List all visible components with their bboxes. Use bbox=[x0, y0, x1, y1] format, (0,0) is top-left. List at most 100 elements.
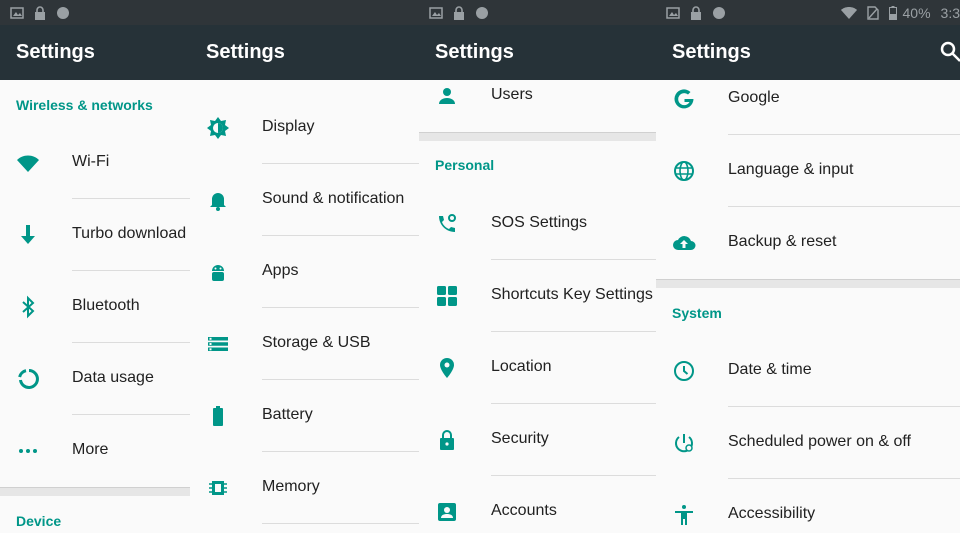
app-notification-icon bbox=[475, 6, 489, 20]
settings-item-sound[interactable]: Sound & notification bbox=[190, 164, 419, 236]
section-header-personal: Personal bbox=[435, 157, 495, 173]
location-pin-icon bbox=[435, 356, 459, 380]
settings-item-backup[interactable]: Backup & reset bbox=[656, 207, 960, 279]
brightness-icon bbox=[206, 116, 230, 140]
accessibility-icon bbox=[672, 503, 696, 527]
status-bar: 40% 3:3 bbox=[656, 0, 960, 25]
settings-item-label: Memory bbox=[262, 478, 320, 495]
settings-item-label: Bluetooth bbox=[72, 297, 140, 314]
app-bar: Settings bbox=[0, 25, 190, 80]
settings-item-users[interactable]: Users bbox=[419, 60, 656, 132]
settings-item-label: Date & time bbox=[728, 361, 812, 378]
settings-item-accessibility[interactable]: Accessibility bbox=[656, 479, 960, 533]
settings-item-label: Language & input bbox=[728, 161, 854, 178]
settings-item-label: Location bbox=[491, 358, 552, 375]
section-separator bbox=[419, 132, 656, 141]
more-dots-icon bbox=[16, 439, 40, 463]
cloud-upload-icon bbox=[672, 231, 696, 255]
section-separator bbox=[0, 487, 190, 496]
lock-icon bbox=[435, 428, 459, 452]
battery-icon bbox=[206, 404, 230, 428]
settings-item-label: Display bbox=[262, 118, 315, 135]
settings-item-label: Sound & notification bbox=[262, 190, 405, 207]
settings-item-security[interactable]: Security bbox=[419, 404, 656, 476]
bluetooth-icon bbox=[16, 295, 40, 319]
battery-status-icon bbox=[888, 5, 897, 20]
app-notification-icon bbox=[712, 6, 726, 20]
clock-icon bbox=[672, 359, 696, 383]
settings-item-scheduled-power[interactable]: Scheduled power on & off bbox=[656, 407, 960, 479]
wifi-signal-icon bbox=[840, 6, 857, 20]
clock: 3:3 bbox=[940, 4, 960, 21]
settings-item-label: Google bbox=[728, 89, 780, 106]
settings-item-label: Accounts bbox=[491, 502, 557, 519]
settings-list: Google Language & input Backup & reset S… bbox=[656, 80, 960, 533]
lock-notification-icon bbox=[453, 5, 465, 20]
memory-chip-icon bbox=[206, 476, 230, 500]
page-title: Settings bbox=[206, 41, 285, 63]
image-notification-icon bbox=[10, 6, 24, 20]
data-usage-icon bbox=[16, 367, 40, 391]
no-sim-icon bbox=[866, 5, 879, 20]
settings-item-label: SOS Settings bbox=[491, 214, 588, 231]
settings-item-label: More bbox=[72, 441, 109, 458]
settings-item-more[interactable]: More bbox=[0, 415, 190, 487]
settings-list: Wireless & networks Wi-Fi Turbo download… bbox=[0, 80, 190, 533]
image-notification-icon bbox=[666, 6, 680, 20]
globe-icon bbox=[672, 159, 696, 183]
grid-icon bbox=[435, 284, 459, 308]
settings-item-google[interactable]: Google bbox=[656, 63, 960, 135]
divider bbox=[262, 523, 419, 524]
settings-item-apps[interactable]: Apps bbox=[190, 236, 419, 308]
wifi-icon bbox=[16, 151, 40, 175]
lock-notification-icon bbox=[34, 5, 46, 20]
storage-icon bbox=[206, 332, 230, 356]
status-bar bbox=[190, 0, 419, 25]
settings-item-battery[interactable]: Battery bbox=[190, 380, 419, 452]
settings-item-wifi[interactable]: Wi-Fi bbox=[0, 127, 190, 199]
section-separator bbox=[656, 279, 960, 288]
settings-item-label: Users bbox=[491, 86, 533, 103]
settings-item-display[interactable]: Display bbox=[190, 92, 419, 164]
settings-item-label: Apps bbox=[262, 262, 299, 279]
scheduled-power-icon bbox=[672, 431, 696, 455]
settings-item-storage[interactable]: Storage & USB bbox=[190, 308, 419, 380]
settings-list: Users Personal SOS Settings Shortcuts Ke… bbox=[419, 80, 656, 533]
settings-list: Display Sound & notification Apps Storag… bbox=[190, 80, 419, 533]
settings-item-accounts[interactable]: Accounts bbox=[419, 476, 656, 533]
settings-item-label: Wi-Fi bbox=[72, 153, 110, 170]
battery-percent: 40% bbox=[902, 4, 931, 21]
settings-item-date-time[interactable]: Date & time bbox=[656, 335, 960, 407]
settings-item-label: Shortcuts Key Settings bbox=[491, 286, 653, 303]
settings-item-label: Scheduled power on & off bbox=[728, 433, 911, 450]
google-icon bbox=[672, 87, 696, 111]
settings-item-turbo-download[interactable]: Turbo download bbox=[0, 199, 190, 271]
status-bar bbox=[0, 0, 190, 25]
settings-item-label: Turbo download bbox=[72, 225, 187, 242]
settings-item-label: Security bbox=[491, 430, 549, 447]
app-bar: Settings bbox=[190, 25, 419, 80]
section-header-device: Device bbox=[16, 513, 62, 529]
settings-item-bluetooth[interactable]: Bluetooth bbox=[0, 271, 190, 343]
settings-item-location[interactable]: Location bbox=[419, 332, 656, 404]
settings-panel-2: Settings Display Sound & notification Ap… bbox=[190, 0, 419, 533]
page-title: Settings bbox=[16, 41, 95, 63]
image-notification-icon bbox=[429, 6, 443, 20]
settings-item-label: Storage & USB bbox=[262, 334, 371, 351]
bell-icon bbox=[206, 188, 230, 212]
section-header-wireless: Wireless & networks bbox=[16, 97, 153, 113]
settings-item-memory[interactable]: Memory bbox=[190, 452, 419, 524]
download-arrow-icon bbox=[16, 223, 40, 247]
settings-item-sos[interactable]: SOS Settings bbox=[419, 188, 656, 260]
person-icon bbox=[435, 84, 459, 108]
settings-item-language[interactable]: Language & input bbox=[656, 135, 960, 207]
section-header-system: System bbox=[672, 305, 722, 321]
app-notification-icon bbox=[56, 6, 70, 20]
page-title: Settings bbox=[672, 41, 751, 63]
android-icon bbox=[206, 260, 230, 284]
settings-item-data-usage[interactable]: Data usage bbox=[0, 343, 190, 415]
sos-phone-icon bbox=[435, 212, 459, 236]
account-box-icon bbox=[435, 500, 459, 524]
settings-item-shortcuts[interactable]: Shortcuts Key Settings bbox=[419, 260, 656, 332]
status-bar bbox=[419, 0, 656, 25]
